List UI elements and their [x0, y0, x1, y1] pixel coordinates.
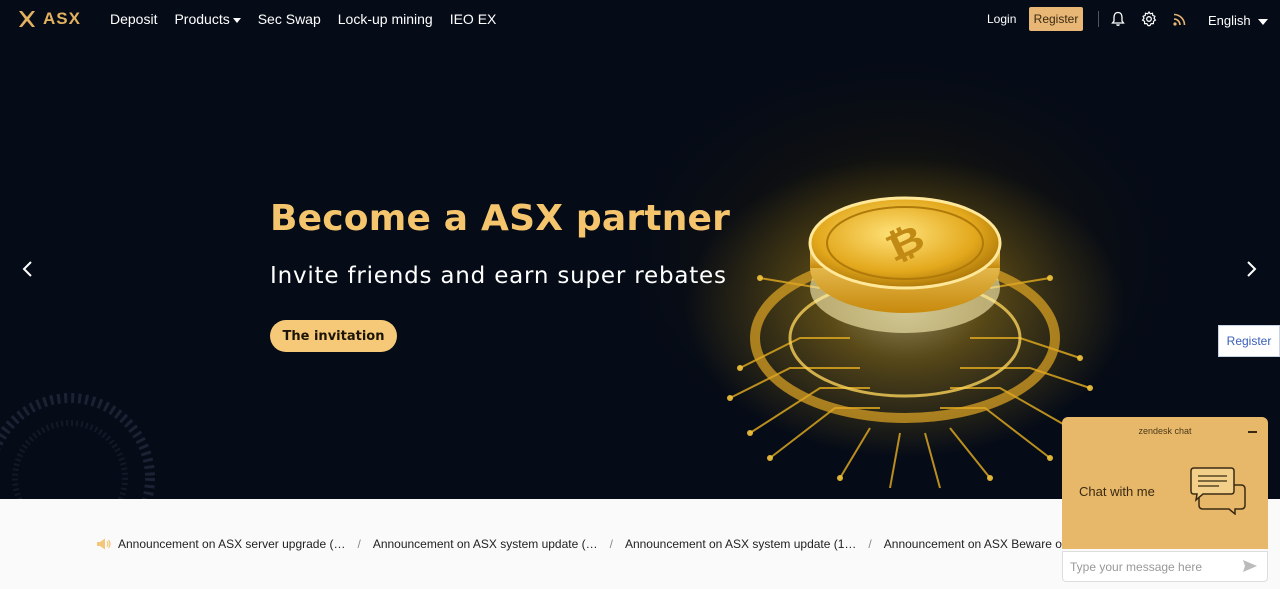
decorative-circuit [0, 393, 155, 499]
logo-text: ASX [43, 9, 81, 28]
chat-brand: zendesk chat [1138, 426, 1192, 436]
nav-item-deposit[interactable]: Deposit [110, 11, 157, 27]
chevron-down-icon [1257, 18, 1268, 25]
invitation-button[interactable]: The invitation [270, 320, 397, 352]
chevron-down-icon [232, 17, 241, 23]
hero-subtitle: Invite friends and earn super rebates [270, 263, 727, 289]
gear-icon[interactable] [1141, 11, 1157, 27]
separator: / [609, 537, 613, 551]
main-nav: Deposit Products Sec Swap Lock-up mining… [110, 0, 513, 38]
chat-message-input[interactable]: Type your message here [1062, 551, 1268, 582]
nav-item-sec-swap[interactable]: Sec Swap [258, 11, 321, 27]
logo[interactable]: ASX [17, 9, 81, 29]
chat-bubbles-icon [1190, 467, 1246, 515]
top-navbar: ASX Deposit Products Sec Swap Lock-up mi… [0, 0, 1280, 38]
language-selector[interactable]: English [1208, 13, 1268, 28]
speaker-icon [97, 538, 111, 550]
announcement-list: Announcement on ASX server upgrade (… / … [96, 537, 1087, 551]
carousel-prev-icon[interactable] [18, 259, 38, 279]
chat-header[interactable]: zendesk chat Chat with me [1062, 417, 1268, 549]
announcement-link[interactable]: Announcement on ASX Beware of Fra [884, 537, 1087, 551]
side-register-button[interactable]: Register [1218, 325, 1280, 357]
announcement-link[interactable]: Announcement on ASX system update (1… [625, 537, 856, 551]
asx-logo-icon [19, 11, 35, 27]
separator: / [357, 537, 361, 551]
announcement-link[interactable]: Announcement on ASX server upgrade (… [118, 537, 345, 551]
nav-item-lockup-mining[interactable]: Lock-up mining [338, 11, 433, 27]
nav-item-products[interactable]: Products [174, 11, 241, 27]
send-icon[interactable] [1242, 559, 1258, 573]
minimize-icon[interactable] [1248, 431, 1257, 433]
announcement-link[interactable]: Announcement on ASX system update (… [373, 537, 598, 551]
bell-icon[interactable] [1110, 11, 1126, 27]
chat-title: Chat with me [1079, 484, 1155, 499]
register-button[interactable]: Register [1029, 7, 1083, 31]
separator: / [868, 537, 872, 551]
chat-input-placeholder: Type your message here [1070, 559, 1203, 574]
chat-widget: zendesk chat Chat with me Type your mess… [1062, 417, 1268, 582]
carousel-next-icon[interactable] [1241, 259, 1261, 279]
hero-title: Become a ASX partner [270, 198, 731, 239]
nav-item-ieo-ex[interactable]: IEO EX [450, 11, 497, 27]
rss-icon[interactable] [1172, 11, 1188, 27]
nav-divider [1098, 11, 1099, 27]
login-link[interactable]: Login [987, 12, 1016, 26]
